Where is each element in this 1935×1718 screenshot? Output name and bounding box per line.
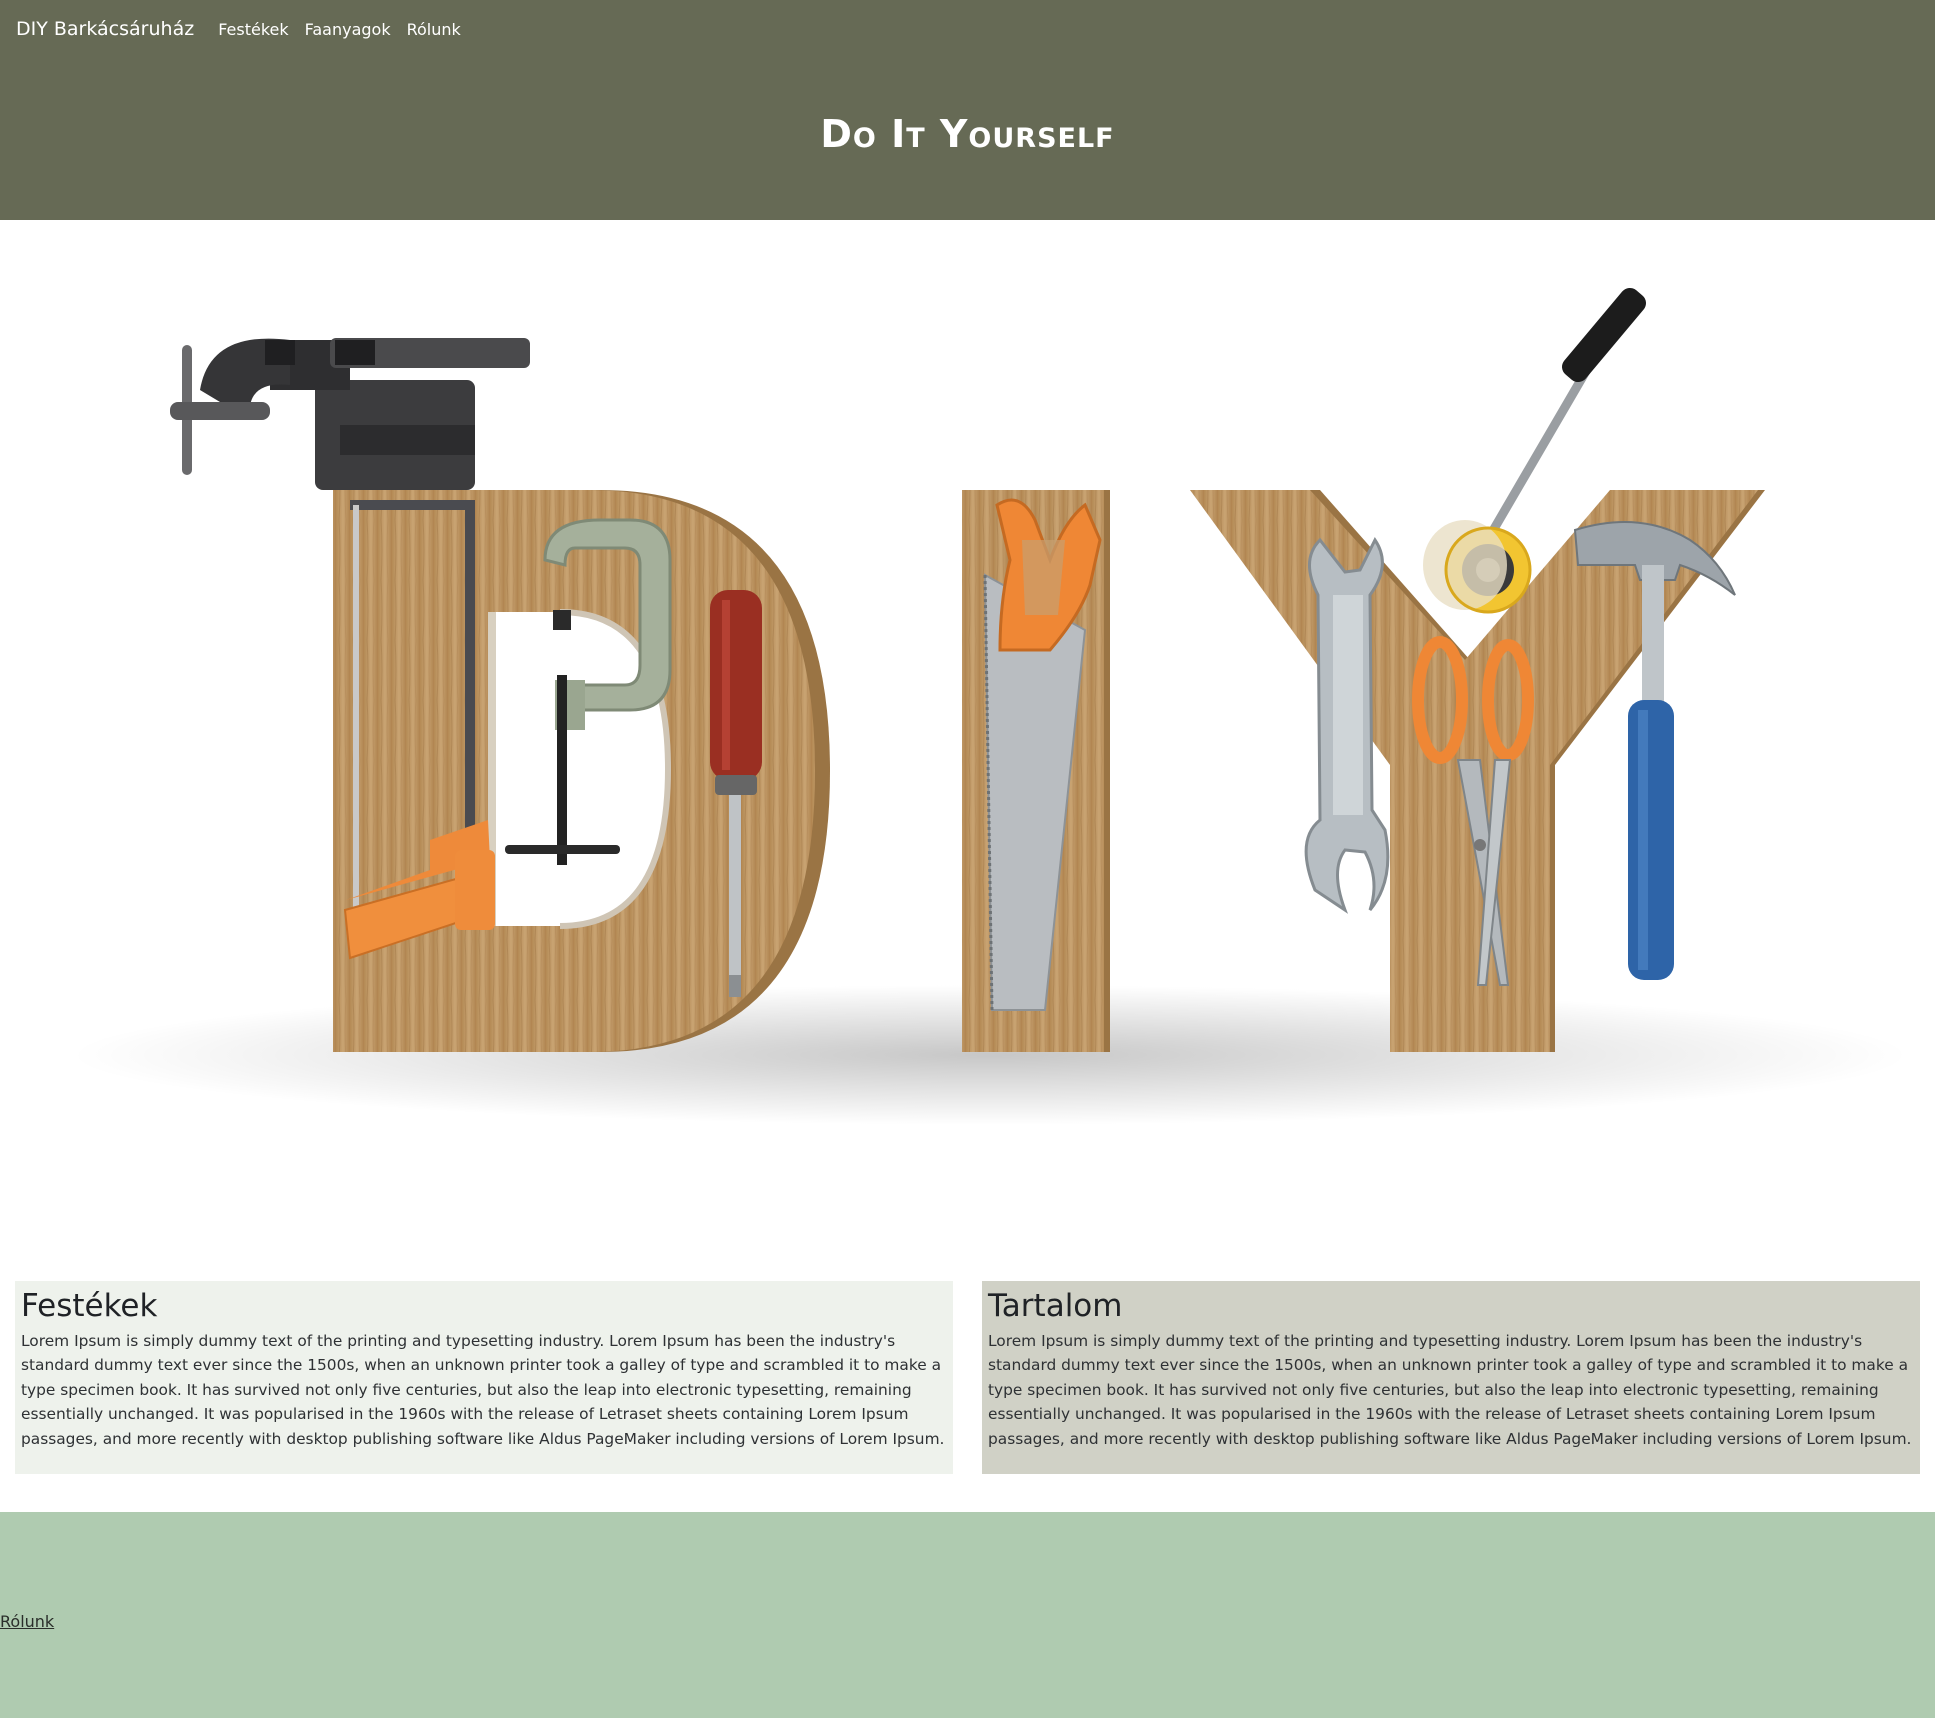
card-text: Lorem Ipsum is simply dummy text of the … xyxy=(988,1332,1912,1448)
card-tartalom: Tartalom Lorem Ipsum is simply dummy tex… xyxy=(982,1281,1920,1474)
page-header: DIY Barkácsáruház Festékek Faanyagok Ról… xyxy=(0,0,1935,220)
page-title: Do It Yourself xyxy=(820,112,1115,156)
footer-link-rolunk[interactable]: Rólunk xyxy=(0,1612,54,1631)
diy-illustration xyxy=(70,287,1910,1125)
card-title: Tartalom xyxy=(988,1288,1123,1324)
card-festekek: Festékek Lorem Ipsum is simply dummy tex… xyxy=(15,1281,953,1474)
card-title: Festékek xyxy=(21,1288,158,1324)
hero-image xyxy=(0,220,1935,1240)
navbar: DIY Barkácsáruház Festékek Faanyagok Ról… xyxy=(16,16,477,42)
nav-link-rolunk[interactable]: Rólunk xyxy=(407,20,461,39)
nav-link-festekek[interactable]: Festékek xyxy=(218,20,288,39)
bench-vise-icon xyxy=(170,338,530,490)
navbar-brand[interactable]: DIY Barkácsáruház xyxy=(16,18,194,40)
page-footer: Rólunk xyxy=(0,1512,1935,1718)
card-text: Lorem Ipsum is simply dummy text of the … xyxy=(21,1332,945,1448)
nav-link-faanyagok[interactable]: Faanyagok xyxy=(305,20,391,39)
